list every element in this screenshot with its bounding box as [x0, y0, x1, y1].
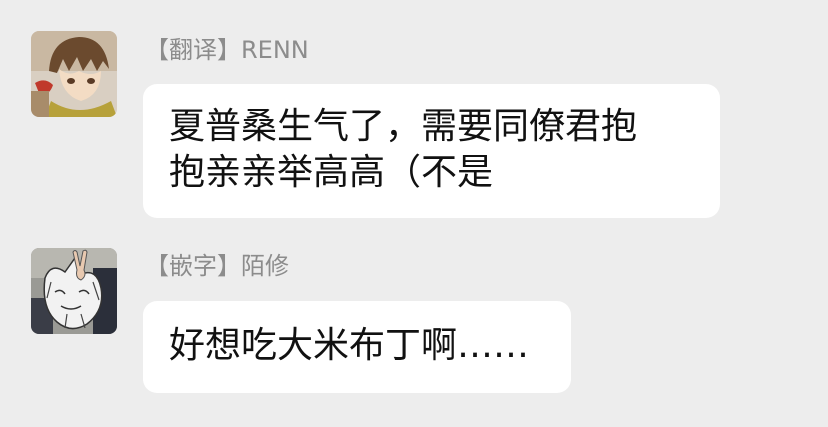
message-text-line: 好想吃大米布丁啊……	[169, 325, 530, 366]
sketch-peace-sign-avatar-icon	[31, 248, 117, 334]
message-bubble[interactable]: 夏普桑生气了，需要同僚君抱 抱亲亲举高高（不是	[143, 84, 720, 218]
message-bubble[interactable]: 好想吃大米布丁啊……	[143, 301, 571, 393]
avatar[interactable]	[31, 248, 117, 334]
sender-name: 【嵌字】陌修	[145, 252, 289, 280]
avatar[interactable]	[31, 31, 117, 117]
message-text-line: 抱亲亲举高高（不是	[169, 152, 494, 193]
sender-name: 【翻译】RENN	[145, 36, 309, 64]
anime-character-avatar-icon	[31, 31, 117, 117]
message-text-line: 夏普桑生气了，需要同僚君抱	[169, 106, 638, 147]
